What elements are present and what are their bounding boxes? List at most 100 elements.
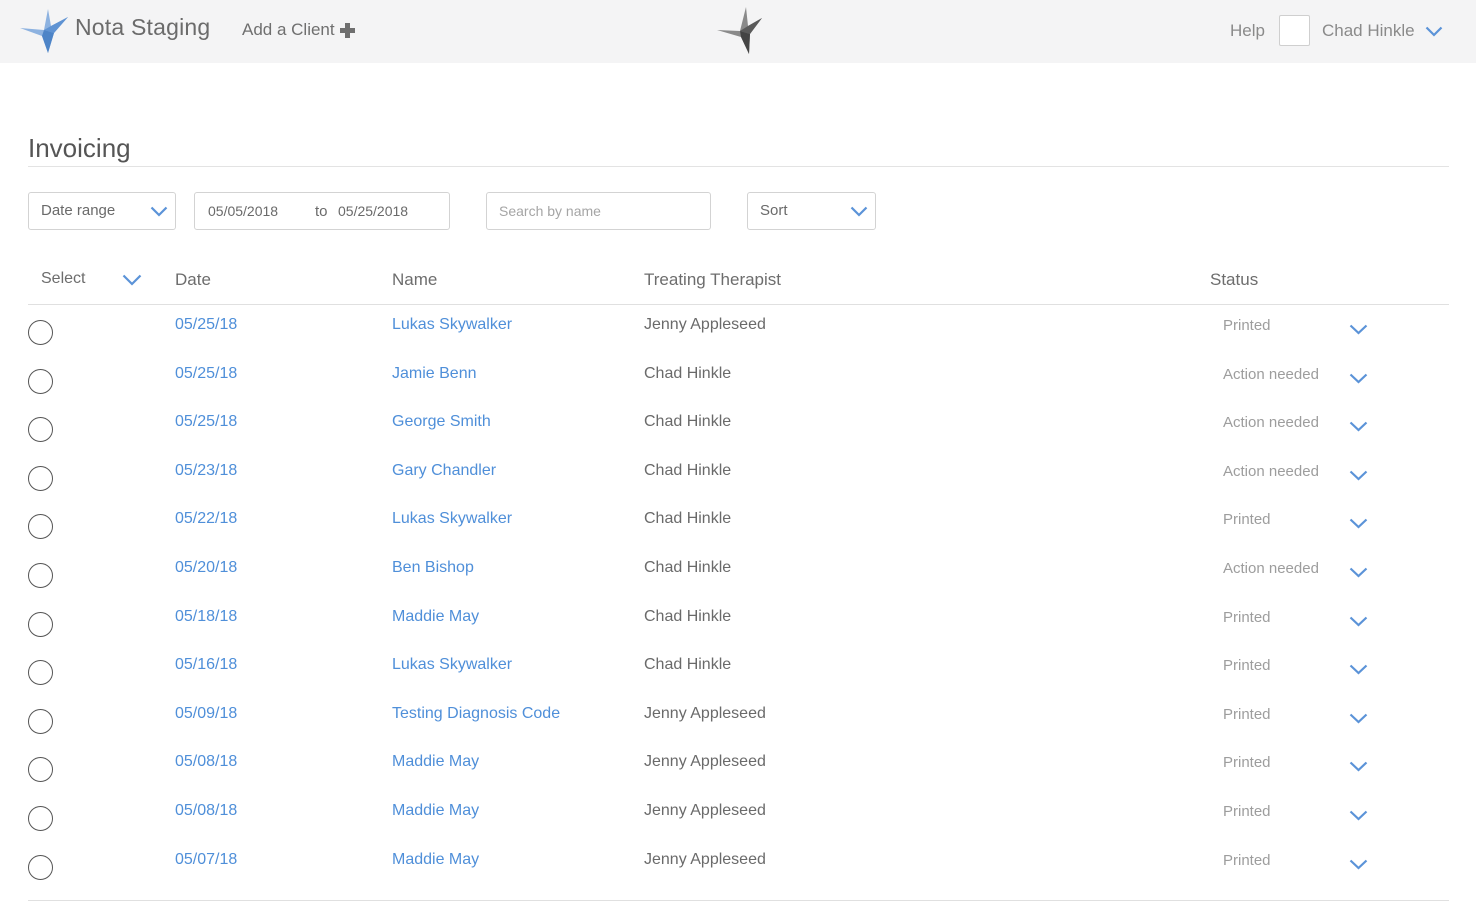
- chevron-down-icon[interactable]: [1349, 470, 1368, 481]
- row-client-name-link[interactable]: Lukas Skywalker: [392, 316, 512, 334]
- chevron-down-icon[interactable]: [1349, 373, 1368, 384]
- row-client-name-link[interactable]: Jamie Benn: [392, 365, 477, 383]
- table-row[interactable]: 05/25/18 Jamie Benn Chad Hinkle Action need…: [0, 355, 1479, 404]
- sort-dropdown[interactable]: Sort: [747, 192, 876, 230]
- page-title: Invoicing: [28, 133, 131, 163]
- row-status: Printed: [1223, 608, 1271, 626]
- table-row[interactable]: 05/16/18 Lukas Skywalker Chad Hinkle Printe…: [0, 646, 1479, 695]
- row-status: Printed: [1223, 705, 1271, 723]
- row-date-link[interactable]: 05/23/18: [175, 462, 237, 480]
- chevron-down-icon[interactable]: [1349, 664, 1368, 675]
- row-status: Action needed: [1223, 560, 1319, 577]
- row-client-name-link[interactable]: Maddie May: [392, 851, 479, 869]
- column-header-status[interactable]: Status: [1210, 270, 1258, 290]
- row-therapist: Jenny Appleseed: [644, 802, 766, 819]
- row-date-link[interactable]: 05/20/18: [175, 559, 237, 577]
- row-date-link[interactable]: 05/22/18: [175, 510, 237, 528]
- row-date-link[interactable]: 05/09/18: [175, 705, 237, 723]
- row-client-name-link[interactable]: Ben Bishop: [392, 559, 474, 577]
- row-client-name-link[interactable]: Gary Chandler: [392, 462, 496, 480]
- row-status: Printed: [1223, 511, 1271, 529]
- chevron-down-icon: [150, 206, 168, 217]
- row-date-link[interactable]: 05/25/18: [175, 316, 237, 334]
- chevron-down-icon[interactable]: [1349, 324, 1368, 335]
- column-header-name[interactable]: Name: [392, 270, 437, 290]
- date-range-separator: to: [315, 203, 328, 220]
- help-link[interactable]: Help: [1230, 21, 1265, 41]
- radio-icon[interactable]: [28, 514, 53, 540]
- chevron-down-icon[interactable]: [1349, 518, 1368, 529]
- table-row[interactable]: 05/18/18 Maddie May Chad Hinkle Printed: [0, 598, 1479, 647]
- chevron-down-icon[interactable]: [1349, 761, 1368, 772]
- row-client-name-link[interactable]: George Smith: [392, 413, 491, 431]
- add-client-label: Add a Client: [242, 20, 335, 39]
- row-date-link[interactable]: 05/08/18: [175, 753, 237, 771]
- chevron-down-icon[interactable]: [1349, 421, 1368, 432]
- row-therapist: Chad Hinkle: [644, 656, 732, 674]
- chevron-down-icon[interactable]: [1349, 810, 1368, 821]
- radio-icon[interactable]: [28, 854, 53, 880]
- table-row[interactable]: 05/22/18 Lukas Skywalker Chad Hinkle Printe…: [0, 500, 1479, 549]
- radio-icon[interactable]: [28, 417, 53, 443]
- radio-icon[interactable]: [28, 806, 53, 831]
- table-row[interactable]: 05/08/18 Maddie May Jenny Appleseed Printed: [0, 743, 1479, 792]
- row-therapist: Chad Hinkle: [644, 510, 732, 528]
- column-header-date[interactable]: Date: [175, 270, 211, 290]
- row-status: Printed: [1223, 317, 1271, 334]
- radio-icon[interactable]: [28, 660, 53, 686]
- row-client-name-link[interactable]: Testing Diagnosis Code: [392, 705, 560, 723]
- row-client-name-link[interactable]: Maddie May: [392, 753, 479, 771]
- user-menu-name[interactable]: Chad Hinkle: [1322, 21, 1415, 41]
- chevron-down-icon[interactable]: [1425, 26, 1443, 37]
- search-input[interactable]: [486, 192, 711, 230]
- chevron-down-icon[interactable]: [1349, 859, 1368, 870]
- row-status: Printed: [1223, 754, 1271, 772]
- column-header-therapist[interactable]: Treating Therapist: [644, 270, 781, 290]
- top-bar: Nota Staging Add a Client Help Chad Hink…: [0, 0, 1476, 63]
- row-client-name-link[interactable]: Maddie May: [392, 802, 479, 820]
- radio-icon[interactable]: [28, 757, 53, 783]
- table-row[interactable]: 05/23/18 Gary Chandler Chad Hinkle Action n…: [0, 452, 1479, 501]
- brand-name[interactable]: Nota Staging: [75, 14, 210, 41]
- star-bird-logo-icon[interactable]: [18, 5, 70, 55]
- row-therapist: Chad Hinkle: [644, 607, 732, 625]
- radio-icon[interactable]: [28, 320, 53, 345]
- date-to-value[interactable]: 05/25/2018: [338, 203, 408, 219]
- date-range-dropdown[interactable]: Date range: [28, 192, 176, 230]
- date-range-field[interactable]: 05/05/2018 to 05/25/2018: [194, 192, 450, 230]
- chevron-down-icon[interactable]: [1349, 567, 1368, 578]
- radio-icon[interactable]: [28, 611, 53, 637]
- table-row[interactable]: 05/25/18 George Smith Chad Hinkle Action ne…: [0, 403, 1479, 452]
- row-date-link[interactable]: 05/25/18: [175, 413, 237, 431]
- radio-icon[interactable]: [28, 465, 53, 491]
- row-client-name-link[interactable]: Maddie May: [392, 608, 479, 626]
- table-row[interactable]: 05/20/18 Ben Bishop Chad Hinkle Action need…: [0, 549, 1479, 598]
- table-row[interactable]: 05/07/18 Maddie May Jenny Appleseed Printed: [0, 841, 1479, 890]
- table-row[interactable]: 05/09/18 Testing Diagnosis Code Jenny Appl…: [0, 695, 1479, 744]
- row-therapist: Jenny Appleseed: [644, 704, 766, 722]
- table-row[interactable]: 05/08/18 Maddie May Jenny Appleseed Printed: [0, 792, 1479, 841]
- row-date-link[interactable]: 05/25/18: [175, 365, 237, 383]
- avatar[interactable]: [1279, 15, 1310, 46]
- date-from-value[interactable]: 05/05/2018: [208, 203, 278, 219]
- row-client-name-link[interactable]: Lukas Skywalker: [392, 510, 512, 528]
- star-bird-logo-icon: [717, 7, 762, 54]
- chevron-down-icon[interactable]: [122, 274, 142, 286]
- chevron-down-icon[interactable]: [1349, 713, 1368, 724]
- add-client-button[interactable]: Add a Client: [242, 20, 356, 40]
- row-date-link[interactable]: 05/18/18: [175, 608, 237, 626]
- row-date-link[interactable]: 05/07/18: [175, 851, 237, 869]
- row-therapist: Jenny Appleseed: [644, 316, 766, 333]
- chevron-down-icon[interactable]: [1349, 616, 1368, 627]
- chevron-down-icon: [850, 206, 868, 217]
- row-status: Printed: [1223, 803, 1271, 820]
- row-date-link[interactable]: 05/08/18: [175, 802, 237, 820]
- radio-icon[interactable]: [28, 563, 53, 588]
- sort-label: Sort: [760, 202, 788, 219]
- row-therapist: Jenny Appleseed: [644, 850, 766, 868]
- radio-icon[interactable]: [28, 368, 53, 394]
- table-row[interactable]: 05/25/18 Lukas Skywalker Jenny Appleseed Pr…: [0, 306, 1479, 355]
- row-client-name-link[interactable]: Lukas Skywalker: [392, 656, 512, 674]
- radio-icon[interactable]: [28, 708, 53, 734]
- row-date-link[interactable]: 05/16/18: [175, 656, 237, 674]
